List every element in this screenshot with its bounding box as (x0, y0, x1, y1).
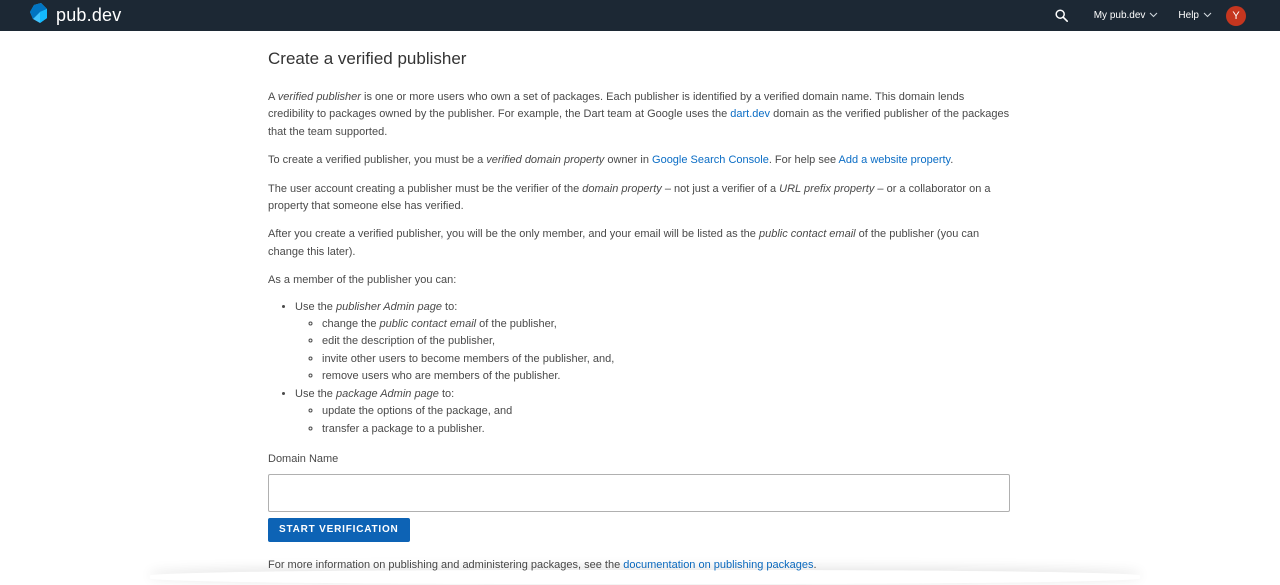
page-title: Create a verified publisher (268, 49, 467, 68)
header-nav: My pub.dev Help Y (1055, 5, 1246, 26)
start-verification-button[interactable]: START VERIFICATION (268, 517, 410, 542)
list-item: update the options of the package, and (322, 403, 1010, 420)
text: change the (322, 318, 380, 331)
text: owner in (604, 154, 653, 167)
text: of the publisher, (476, 318, 557, 331)
domain-name-label: Domain Name (268, 452, 339, 465)
top-navigation-bar: pub.dev My pub.dev Help Y (0, 0, 1280, 31)
text: – not just a verifier of a (661, 182, 780, 195)
list-item: transfer a package to a publisher. (322, 421, 1010, 438)
chevron-down-icon (1149, 10, 1158, 21)
capabilities-list: Use the publisher Admin page to: change … (268, 299, 1010, 438)
membership-paragraph: After you create a verified publisher, y… (268, 226, 1010, 261)
search-icon[interactable] (1055, 9, 1068, 22)
text: Use the (295, 300, 336, 313)
package-admin-sublist: update the options of the package, and t… (295, 403, 1010, 438)
emphasis: URL prefix property (779, 182, 875, 195)
text: . For help see (768, 154, 839, 167)
add-website-property-link[interactable]: Add a website property (839, 154, 951, 166)
capabilities-list-wrap: Use the publisher Admin page to: change … (268, 299, 1010, 438)
help-menu[interactable]: Help (1178, 10, 1212, 21)
emphasis: package Admin page (335, 387, 439, 400)
help-label: Help (1178, 10, 1199, 21)
emphasis: public contact email (379, 318, 477, 331)
user-avatar[interactable]: Y (1226, 5, 1246, 26)
pub-dev-logo-link[interactable]: pub.dev (30, 3, 121, 28)
requirement-paragraph: To create a verified publisher, you must… (268, 152, 1010, 169)
google-search-console-link[interactable]: Google Search Console (652, 154, 769, 166)
emphasis: verified publisher (277, 91, 361, 103)
list-item: edit the description of the publisher, (322, 333, 1010, 350)
verifier-paragraph: The user account creating a publisher mu… (268, 181, 1010, 216)
list-item: remove users who are members of the publ… (322, 368, 1010, 385)
text: The user account creating a publisher mu… (268, 182, 583, 195)
emphasis: public contact email (758, 228, 856, 241)
dart-dev-link[interactable]: dart.dev (730, 108, 770, 120)
capabilities-intro: As a member of the publisher you can: (268, 274, 457, 287)
intro-paragraph: A verified publisher is one or more user… (268, 89, 1010, 141)
text: to: (438, 387, 455, 400)
main-content: Create a verified publisher A verified p… (268, 31, 1010, 585)
text: To create a verified publisher, you must… (268, 154, 487, 167)
footer-shadow (150, 570, 1140, 584)
publisher-admin-sublist: change the public contact email of the p… (295, 316, 1010, 386)
dart-logo-icon (30, 3, 48, 28)
emphasis: publisher Admin page (335, 300, 442, 313)
text: to: (441, 300, 458, 313)
list-item-publisher-admin: Use the publisher Admin page to: change … (295, 299, 1010, 386)
list-item: change the public contact email of the p… (322, 316, 1010, 333)
emphasis: domain property (582, 182, 662, 195)
domain-name-input[interactable] (268, 473, 1010, 512)
text: After you create a verified publisher, y… (268, 228, 759, 241)
text: . (950, 154, 954, 167)
list-item: invite other users to become members of … (322, 351, 1010, 368)
text: Use the (295, 387, 336, 400)
chevron-down-icon (1203, 10, 1212, 21)
my-pub-dev-label: My pub.dev (1093, 10, 1146, 21)
my-pub-dev-menu[interactable]: My pub.dev (1094, 10, 1159, 21)
list-item-package-admin: Use the package Admin page to: update th… (295, 386, 1010, 438)
emphasis: verified domain property (486, 154, 605, 167)
logo-text: pub.dev (56, 5, 122, 25)
text: A (268, 91, 278, 103)
